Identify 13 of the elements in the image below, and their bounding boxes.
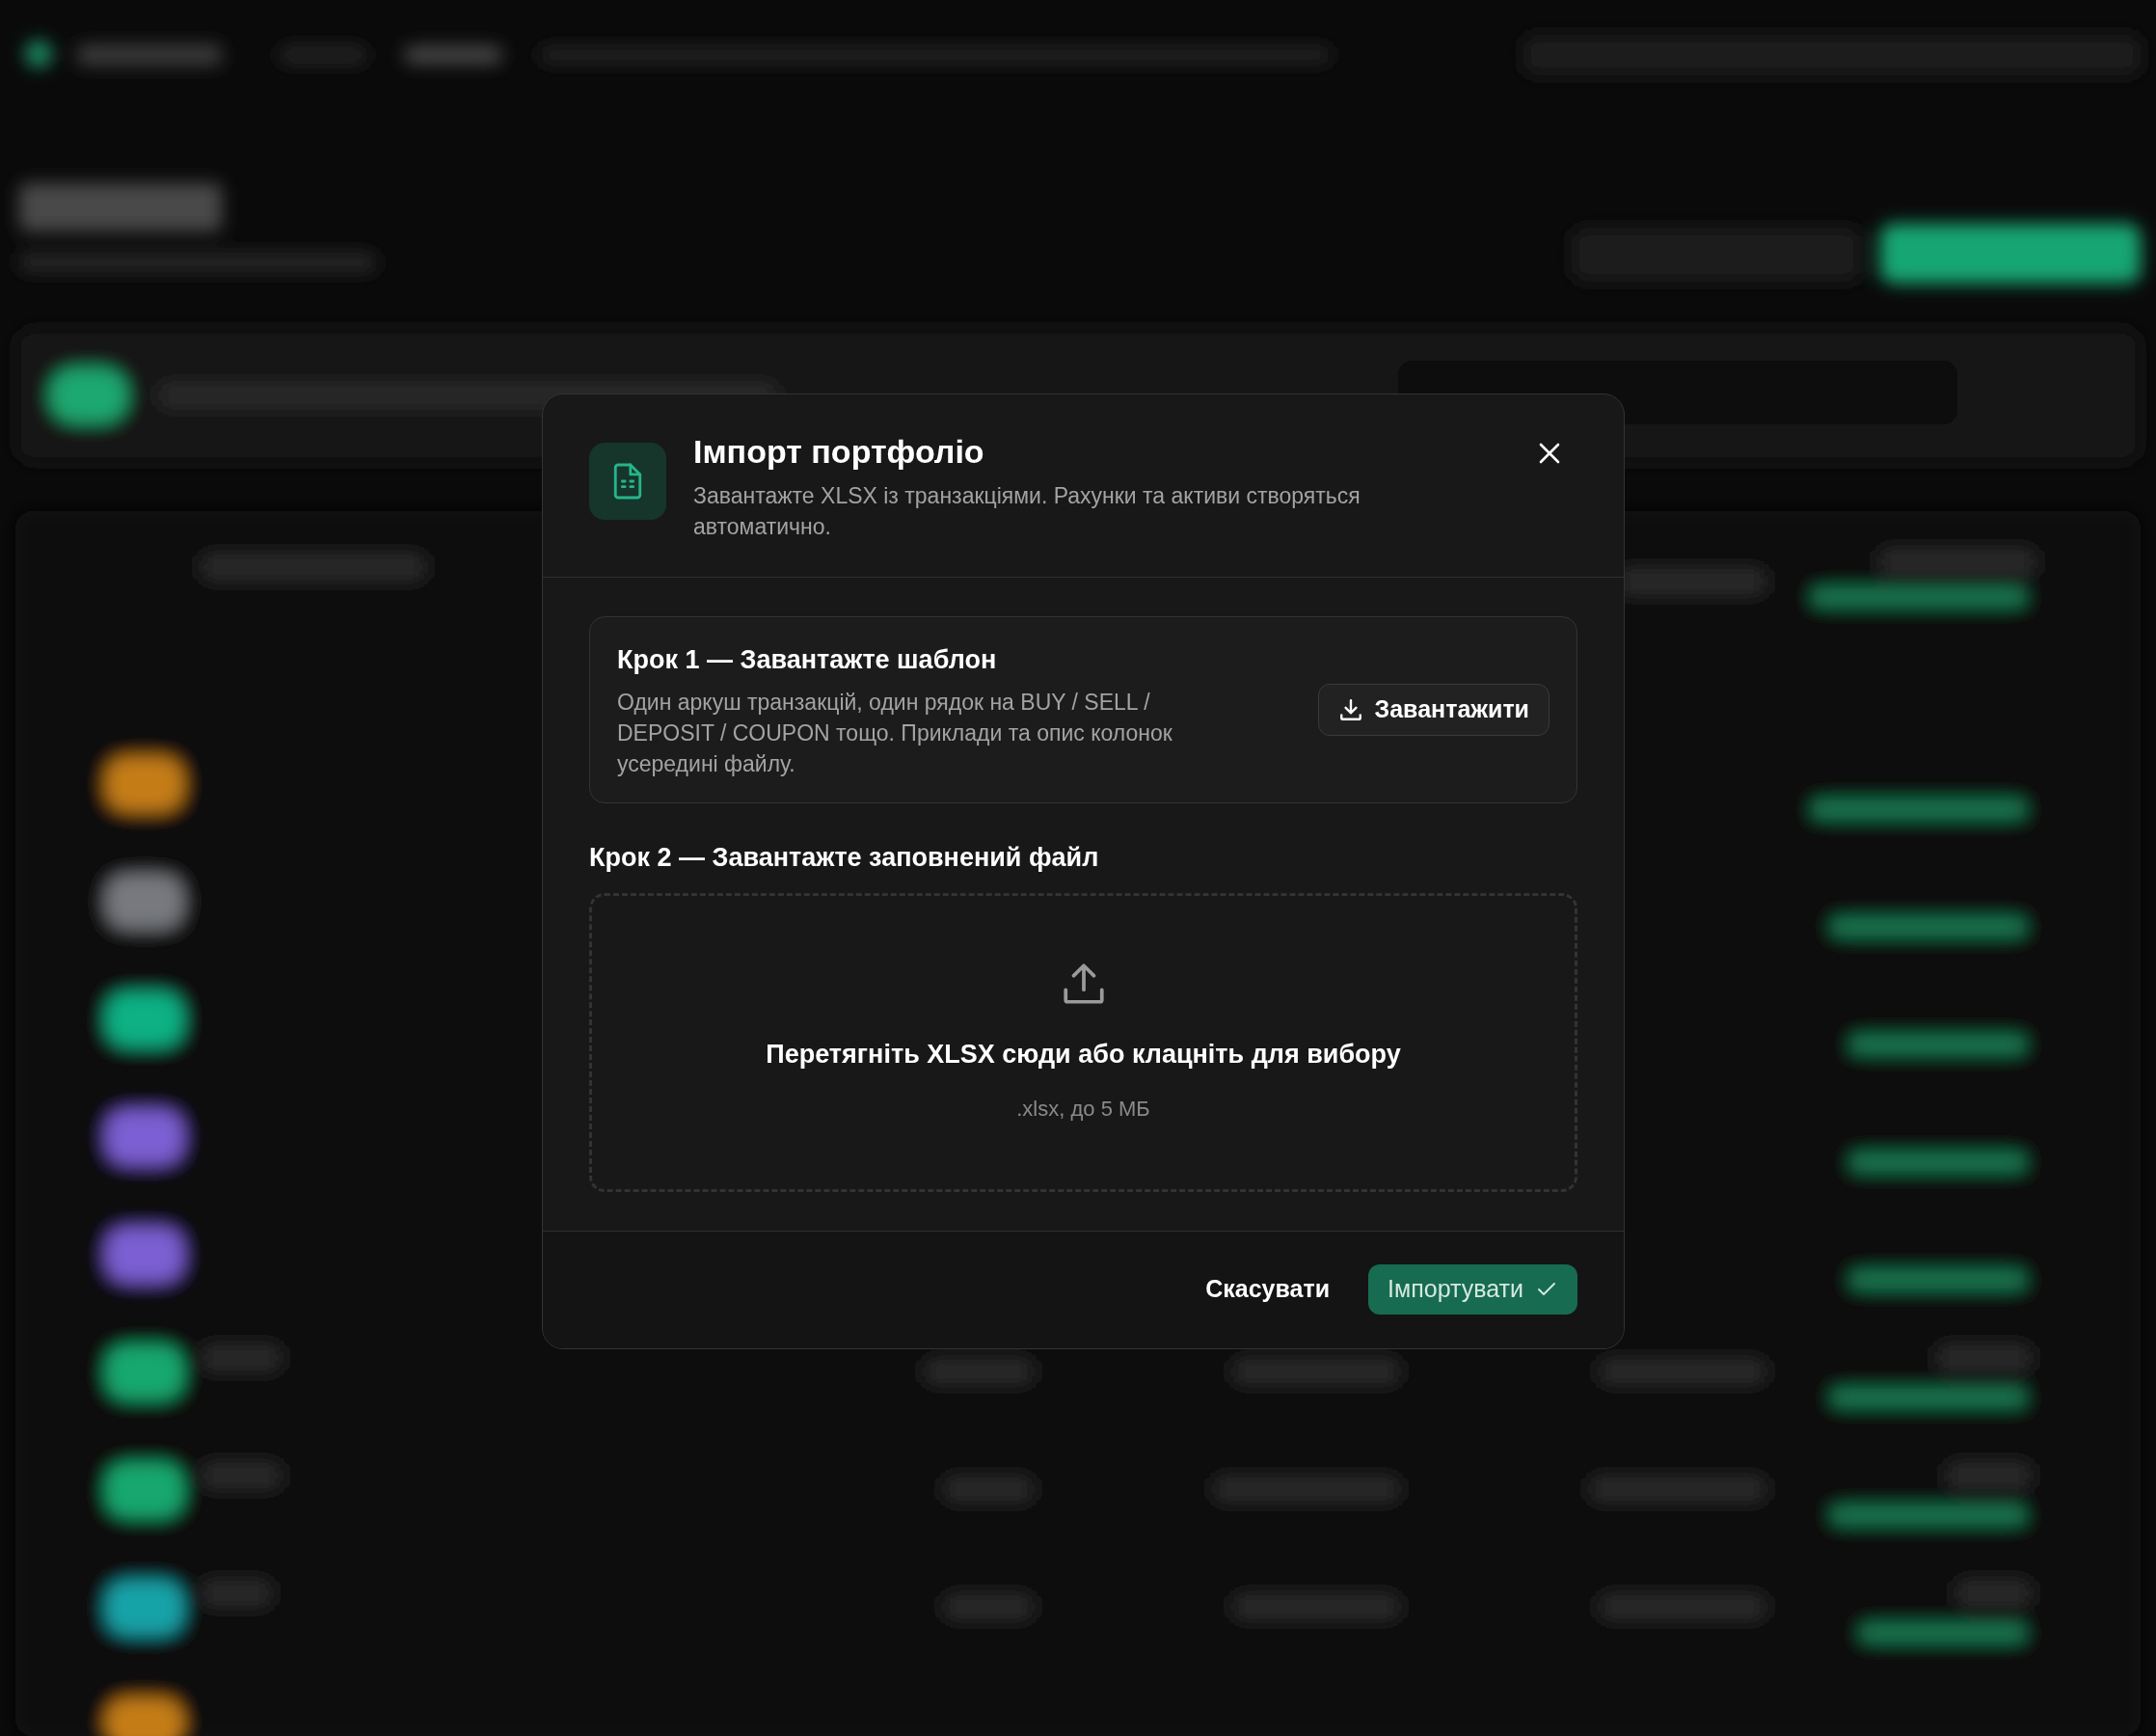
drop-instruction: Перетягніть XLSX сюди або клацніть для вибору bbox=[766, 1038, 1401, 1071]
step-description: Один аркуш транзакцій, один рядок на BUY / SELL / DEPOSIT / COUPON тощо. Приклади та опис колонок усередині файлу. bbox=[617, 689, 1173, 778]
download-button[interactable]: Завантажити bbox=[1317, 683, 1550, 736]
dialog-title: Імпорт портфоліо bbox=[693, 432, 985, 472]
file-hint: .xlsx, до 5 МБ bbox=[1016, 1096, 1150, 1124]
dialog-subtitle: Завантажте XLSX із транзакціями. Рахунки та активи створяться автоматично. bbox=[693, 481, 1361, 541]
download-icon bbox=[1337, 696, 1363, 722]
file-drop-zone[interactable]: Перетягніть XLSX сюди або клацніть для вибору .xlsx, до 5 МБ bbox=[589, 892, 1577, 1192]
cancel-button[interactable]: Скасувати bbox=[1194, 1264, 1342, 1315]
step-title: Крок 2 — Завантажте заповнений файл bbox=[589, 842, 1100, 874]
import-button[interactable]: Імпортувати bbox=[1368, 1264, 1577, 1315]
spreadsheet-file-icon bbox=[589, 443, 666, 520]
step-title: Крок 1 — Завантажте шаблон bbox=[617, 643, 998, 676]
